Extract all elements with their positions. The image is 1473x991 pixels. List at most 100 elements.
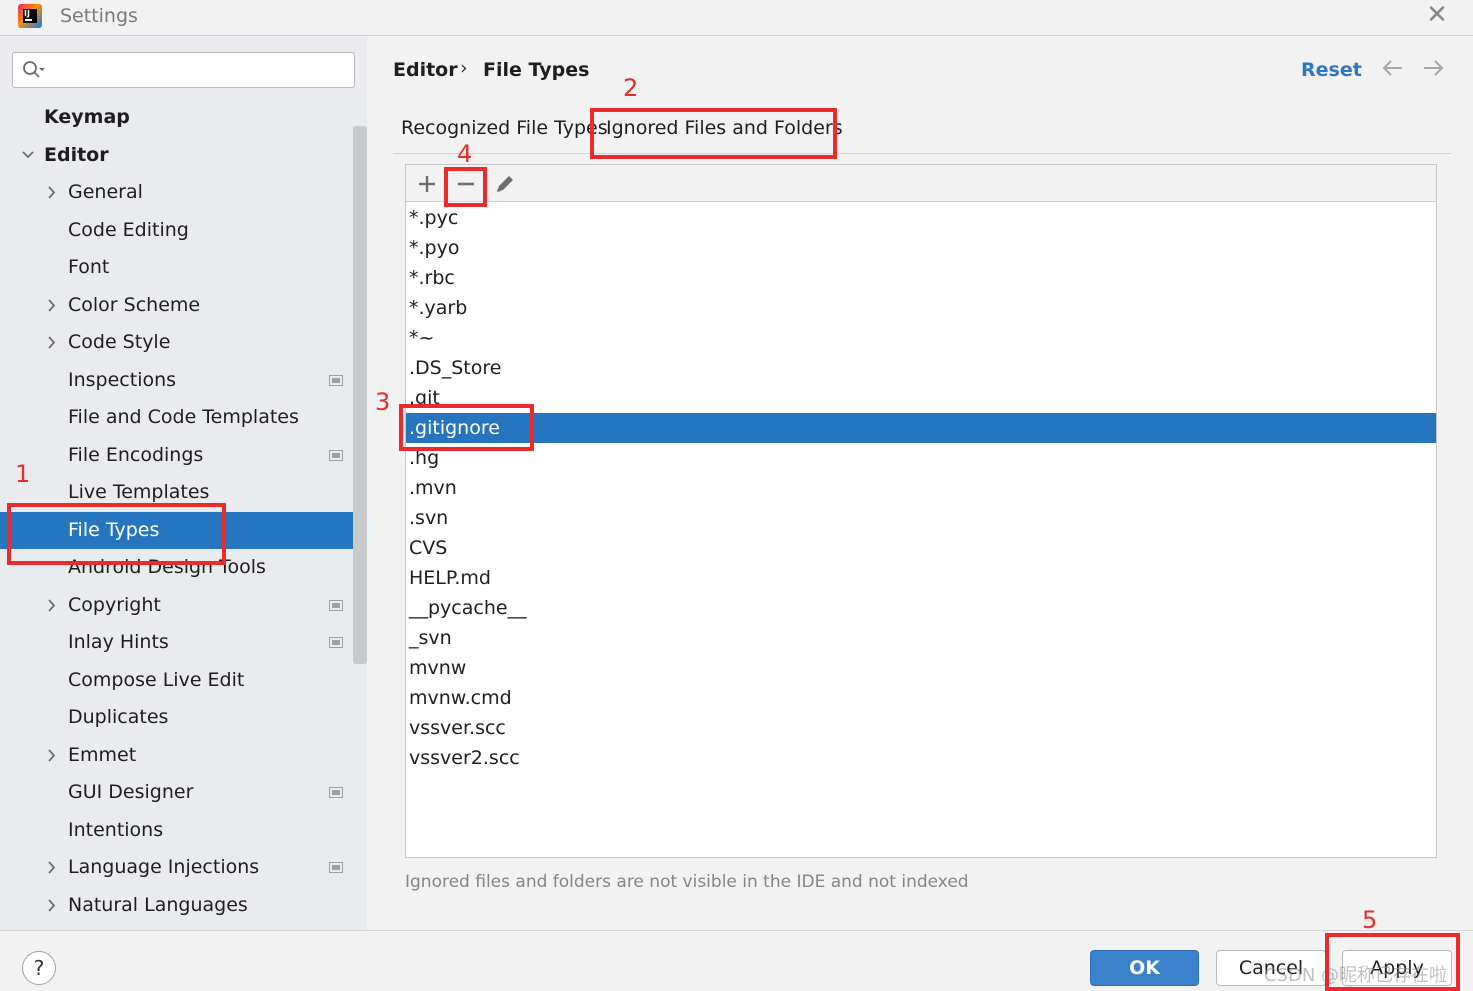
project-scope-icon <box>329 787 343 798</box>
tab-divider <box>393 153 1451 154</box>
list-item[interactable]: *.rbc <box>406 263 1436 293</box>
annotation-number-4: 4 <box>457 140 473 168</box>
sidebar-item-label: Keymap <box>44 106 130 128</box>
settings-content: Editor › File Types Reset Recognized Fil… <box>367 37 1473 930</box>
intellij-logo-icon: IJ <box>18 4 42 28</box>
sidebar-item-file-and-code-templates[interactable]: File and Code Templates <box>0 399 353 436</box>
search-field[interactable] <box>12 52 355 88</box>
list-item[interactable]: *.pyc <box>406 203 1436 233</box>
sidebar-item-label: Natural Languages <box>68 893 248 916</box>
project-scope-icon <box>329 374 343 386</box>
sidebar-item-language-injections[interactable]: Language Injections <box>0 849 353 886</box>
list-item[interactable]: HELP.md <box>406 563 1436 593</box>
window-title: Settings <box>60 5 138 27</box>
sidebar-item-label: General <box>68 181 143 203</box>
hint-text: Ignored files and folders are not visibl… <box>405 872 969 892</box>
list-item[interactable]: *~ <box>406 323 1436 353</box>
help-button[interactable]: ? <box>22 951 56 985</box>
chevron-right-icon[interactable] <box>44 849 60 886</box>
list-item[interactable]: vssver.scc <box>406 713 1436 743</box>
sidebar-item-emmet[interactable]: Emmet <box>0 737 353 774</box>
search-icon <box>23 61 45 78</box>
sidebar-item-label: Language Injections <box>68 856 260 878</box>
ignored-files-panel: *.pyc *.pyo *.rbc *.yarb *~ .DS_Store .git .git… <box>405 164 1437 858</box>
project-scope-icon <box>329 862 343 873</box>
sidebar-item-gui-designer[interactable]: GUI Designer <box>0 774 353 811</box>
sidebar-item-inspections[interactable]: Inspections <box>0 362 353 399</box>
list-item[interactable]: CVS <box>406 533 1436 563</box>
list-item[interactable]: .git <box>406 383 1436 413</box>
chevron-down-icon[interactable] <box>20 137 36 174</box>
list-item[interactable]: *.pyo <box>406 233 1436 263</box>
sidebar-item-intentions[interactable]: Intentions <box>0 812 353 849</box>
list-item[interactable]: _svn <box>406 623 1436 653</box>
tab-recognized-file-types[interactable]: Recognized File Types <box>401 117 608 139</box>
list-item[interactable]: mvnw.cmd <box>406 683 1436 713</box>
title-bar: IJ Settings ✕ <box>0 0 1473 36</box>
pencil-icon[interactable] <box>492 171 518 197</box>
sidebar-item-code-editing[interactable]: Code Editing <box>0 212 353 249</box>
chevron-right-icon[interactable] <box>44 737 60 774</box>
annotation-box-1 <box>7 503 226 565</box>
arrow-left-icon[interactable] <box>1380 55 1406 81</box>
sidebar-item-keymap[interactable]: Keymap <box>0 99 353 136</box>
search-input[interactable] <box>53 57 343 83</box>
annotation-number-1: 1 <box>15 460 31 488</box>
dialog-button-bar: ? OK Cancel Apply CSDN @昵称已存在啦 <box>0 930 1473 991</box>
sidebar-item-editor[interactable]: Editor <box>0 137 353 174</box>
sidebar-item-label: Inspections <box>68 368 177 391</box>
sidebar-item-general[interactable]: General <box>0 174 353 211</box>
chevron-right-icon[interactable] <box>44 174 60 211</box>
sidebar-item-label: Compose Live Edit <box>68 668 245 691</box>
sidebar-item-label: GUI Designer <box>68 781 194 803</box>
sidebar-item-inlay-hints[interactable]: Inlay Hints <box>0 624 353 661</box>
sidebar-scrollbar[interactable] <box>353 126 367 664</box>
sidebar-item-label: Intentions <box>68 818 164 841</box>
breadcrumb-editor[interactable]: Editor <box>393 59 458 81</box>
chevron-right-icon[interactable] <box>44 287 60 324</box>
close-icon[interactable]: ✕ <box>1424 2 1450 28</box>
annotation-number-5: 5 <box>1362 906 1378 934</box>
list-item[interactable]: *.yarb <box>406 293 1436 323</box>
list-item[interactable]: .mvn <box>406 473 1436 503</box>
settings-sidebar: Keymap Editor General Code Editing Font Color… <box>0 37 367 930</box>
annotation-number-3: 3 <box>375 388 391 416</box>
sidebar-item-file-encodings[interactable]: File Encodings <box>0 437 353 474</box>
list-toolbar <box>406 165 1436 202</box>
list-item[interactable]: __pycache__ <box>406 593 1436 623</box>
list-item[interactable]: mvnw <box>406 653 1436 683</box>
sidebar-item-code-style[interactable]: Code Style <box>0 324 353 361</box>
sidebar-item-label: Code Editing <box>68 218 189 241</box>
annotation-number-2: 2 <box>623 74 639 102</box>
annotation-box-5 <box>1325 933 1460 991</box>
sidebar-item-natural-languages[interactable]: Natural Languages <box>0 887 353 924</box>
arrow-right-icon[interactable] <box>1420 55 1446 81</box>
annotation-box-2 <box>590 108 837 159</box>
list-item[interactable]: .DS_Store <box>406 353 1436 383</box>
chevron-right-icon[interactable] <box>44 887 60 924</box>
sidebar-item-label: Editor <box>44 143 109 166</box>
sidebar-item-label: Emmet <box>68 743 137 766</box>
plus-icon[interactable] <box>414 171 440 197</box>
sidebar-item-label: Inlay Hints <box>68 631 169 653</box>
annotation-box-3 <box>399 404 534 451</box>
project-scope-icon <box>329 599 343 611</box>
project-scope-icon <box>329 449 343 461</box>
sidebar-item-label: Duplicates <box>68 706 169 728</box>
sidebar-item-copyright[interactable]: Copyright <box>0 587 353 624</box>
reset-link[interactable]: Reset <box>1301 59 1362 81</box>
chevron-right-icon[interactable] <box>44 324 60 361</box>
list-item[interactable]: vssver2.scc <box>406 743 1436 773</box>
list-item[interactable]: .svn <box>406 503 1436 533</box>
sidebar-item-label: File Encodings <box>68 443 204 466</box>
list-item[interactable]: .hg <box>406 443 1436 473</box>
chevron-right-icon[interactable] <box>44 587 60 624</box>
breadcrumb-separator: › <box>460 57 468 79</box>
list-item[interactable]: .gitignore <box>406 413 1436 443</box>
ok-button[interactable]: OK <box>1090 950 1199 986</box>
sidebar-item-label: File and Code Templates <box>68 406 299 428</box>
sidebar-item-compose-live-edit[interactable]: Compose Live Edit <box>0 662 353 699</box>
sidebar-item-font[interactable]: Font <box>0 249 353 286</box>
sidebar-item-duplicates[interactable]: Duplicates <box>0 699 353 736</box>
sidebar-item-color-scheme[interactable]: Color Scheme <box>0 287 353 324</box>
